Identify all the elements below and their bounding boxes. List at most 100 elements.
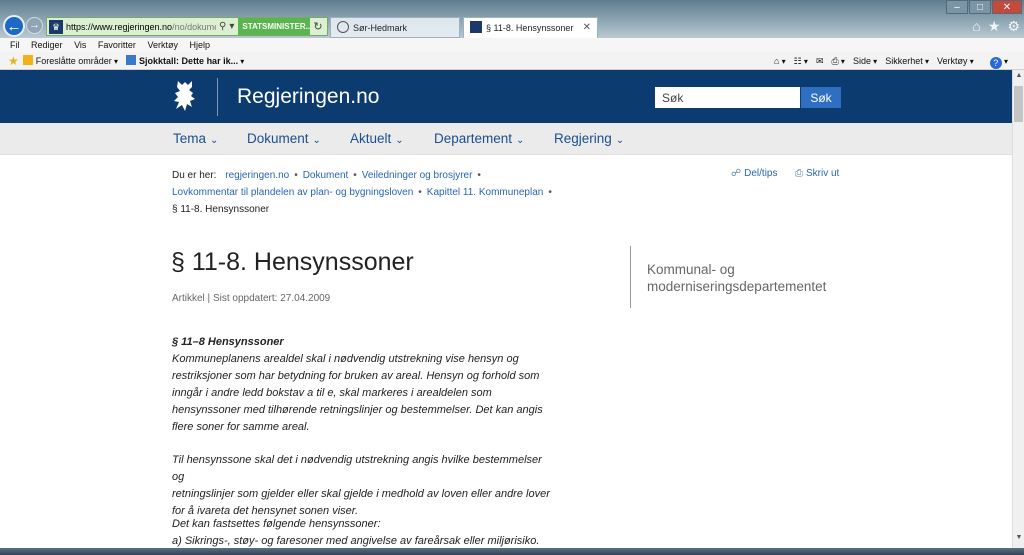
menu-item-rediger[interactable]: Rediger	[31, 40, 63, 50]
breadcrumb-separator: •	[418, 187, 422, 198]
help-menu[interactable]: ?	[982, 52, 1008, 71]
text-line: Til hensynssone skal det i nødvendig uts…	[172, 454, 542, 483]
globe-icon	[337, 21, 349, 33]
menu-item-hjelp[interactable]: Hjelp	[189, 40, 210, 50]
main-navigation: Tema ⌄ Dokument ⌄ Aktuelt ⌄ Departement ⌄ Re…	[0, 123, 1012, 155]
breadcrumb-separator: •	[353, 170, 357, 181]
maximize-icon[interactable]: □	[969, 0, 991, 14]
help-icon: ?	[989, 57, 1002, 69]
share-link[interactable]: ☍ Del/tips	[731, 168, 778, 179]
nav-item-tema[interactable]: Tema ⌄	[173, 131, 218, 146]
menu-bar: Fil Rediger Vis Favoritter Verktøy Hjelp	[0, 38, 1024, 52]
article-paragraph: Til hensynssone skal det i nødvendig uts…	[172, 452, 552, 520]
back-button[interactable]: ←	[3, 15, 25, 37]
chevron-down-icon: ⌄	[312, 135, 321, 146]
share-label: Del/tips	[744, 168, 778, 179]
nav-item-departement[interactable]: Departement ⌄	[434, 131, 524, 146]
text-line: flere soner for samme areal.	[172, 421, 310, 433]
refresh-icon[interactable]: ↻	[313, 20, 322, 33]
breadcrumb-link[interactable]: Dokument	[303, 170, 349, 181]
chevron-down-icon: ⌄	[615, 135, 625, 146]
chevron-down-icon: ⌄	[210, 135, 219, 146]
favorites-bar: ★ Foreslåtte områder Sjokktall: Dette ha…	[0, 52, 1024, 70]
article-paragraph: Det kan fastsettes følgende hensynssoner…	[172, 516, 552, 550]
browser-toolbar-icons: ⌂ ★ ⚙	[965, 17, 1020, 35]
chevron-down-icon: ⌄	[516, 135, 525, 146]
browser-titlebar: – □ ✕ ← → ♛ https://www.regjeringen.no/n…	[0, 0, 1024, 38]
mail-icon[interactable]: ✉	[816, 52, 824, 71]
article-meta: Artikkel | Sist oppdatert: 27.04.2009	[172, 293, 331, 304]
breadcrumb-link[interactable]: regjeringen.no	[225, 170, 289, 181]
breadcrumb-separator: •	[294, 170, 298, 181]
nav-label: Dokument	[247, 131, 309, 146]
home-menu-icon[interactable]: ⌂	[774, 52, 786, 71]
print-label: Skriv ut	[806, 168, 840, 179]
sidebar-divider	[630, 246, 631, 308]
nav-label: Regjering	[554, 131, 612, 146]
settings-gear-icon[interactable]: ⚙	[1007, 17, 1020, 35]
search-input[interactable]	[655, 87, 800, 108]
article-paragraph: § 11–8 Hensynssoner Kommuneplanens areal…	[172, 334, 552, 436]
page-scrollbar[interactable]: ▲ ▼	[1012, 70, 1024, 548]
law-heading: § 11–8 Hensynssoner	[172, 336, 284, 348]
nav-item-regjering[interactable]: Regjering ⌄	[554, 131, 624, 146]
windows-taskbar	[0, 548, 1024, 555]
text-line: restriksjoner som har betydning for bruk…	[172, 370, 540, 382]
minimize-icon[interactable]: –	[946, 0, 968, 14]
breadcrumb-prefix: Du er her:	[172, 170, 217, 181]
search-button[interactable]: Søk	[801, 87, 841, 108]
site-favicon-icon: ♛	[49, 19, 63, 34]
favorite-label: Sjokktall: Dette har ik...	[139, 56, 239, 66]
breadcrumb-link[interactable]: Lovkommentar til plandelen av plan- og b…	[172, 187, 413, 198]
print-menu-icon[interactable]: ⎙	[831, 52, 844, 71]
favorites-star-icon[interactable]: ★	[8, 52, 19, 71]
search-icon[interactable]: ⚲	[219, 21, 226, 32]
security-badge[interactable]: STATSMINISTER...	[238, 18, 311, 35]
menu-item-vis[interactable]: Vis	[74, 40, 86, 50]
close-window-icon[interactable]: ✕	[992, 0, 1022, 14]
dropdown-arrow-icon[interactable]: ▾	[229, 21, 234, 32]
scroll-up-icon[interactable]: ▲	[1014, 72, 1024, 84]
nav-label: Departement	[434, 131, 513, 146]
url-path: /no/dokume	[172, 21, 216, 32]
forward-button[interactable]: →	[26, 17, 43, 34]
favorite-label: Foreslåtte områder	[35, 56, 112, 66]
menu-item-verktoy[interactable]: Verktøy	[147, 40, 178, 50]
sikkerhet-menu[interactable]: Sikkerhet	[885, 52, 929, 71]
favorites-star-icon[interactable]: ★	[988, 17, 1001, 35]
verktoy-menu[interactable]: Verktøy	[937, 52, 974, 71]
share-icon: ☍	[731, 168, 742, 179]
favorite-suggested-sites[interactable]: Foreslåtte områder	[22, 52, 118, 71]
nav-label: Aktuelt	[350, 131, 392, 146]
site-name[interactable]: Regjeringen.no	[237, 85, 379, 109]
text-line: Det kan fastsettes følgende hensynssoner…	[172, 518, 381, 530]
scrollbar-thumb[interactable]	[1014, 86, 1023, 122]
page-title: § 11-8. Hensynssoner	[171, 248, 414, 276]
nav-label: Tema	[173, 131, 207, 146]
menu-item-fil[interactable]: Fil	[10, 40, 20, 50]
chevron-down-icon: ⌄	[395, 135, 404, 146]
favorite-news-item[interactable]: Sjokktall: Dette har ik...	[126, 52, 244, 71]
nav-item-aktuelt[interactable]: Aktuelt ⌄	[350, 131, 404, 146]
text-line: hensynssoner med tilhørende retningslinj…	[172, 404, 543, 416]
nav-item-dokument[interactable]: Dokument ⌄	[247, 131, 321, 146]
address-bar[interactable]: ♛ https://www.regjeringen.no/no/dokume ⚲…	[46, 17, 328, 36]
breadcrumb-link[interactable]: Veiledninger og brosjyrer	[362, 170, 473, 181]
menu-item-favoritter[interactable]: Favoritter	[98, 40, 136, 50]
department-link[interactable]: Kommunal- og moderniseringsdepartementet	[647, 261, 867, 295]
scroll-down-icon[interactable]: ▼	[1014, 534, 1024, 546]
tab-active-hensynssoner[interactable]: § 11-8. Hensynssoner ✕	[463, 17, 598, 38]
breadcrumb-link[interactable]: Kapittel 11. Kommuneplan	[427, 187, 544, 198]
url-text[interactable]: https://www.regjeringen.no/no/dokume	[66, 22, 216, 32]
logo-divider	[217, 78, 218, 116]
tab-sor-hedmark[interactable]: Sør-Hedmark	[330, 17, 460, 38]
side-menu[interactable]: Side	[853, 52, 877, 71]
printer-icon: ⎙	[795, 168, 803, 179]
lion-logo-icon[interactable]	[170, 79, 200, 113]
breadcrumb-current: § 11-8. Hensynssoner	[172, 204, 270, 215]
home-icon[interactable]: ⌂	[972, 17, 980, 35]
print-link[interactable]: ⎙ Skriv ut	[795, 168, 839, 179]
rss-feed-icon[interactable]: ☷	[794, 52, 808, 71]
suggested-sites-icon	[22, 55, 33, 65]
close-tab-icon[interactable]: ✕	[583, 18, 591, 38]
